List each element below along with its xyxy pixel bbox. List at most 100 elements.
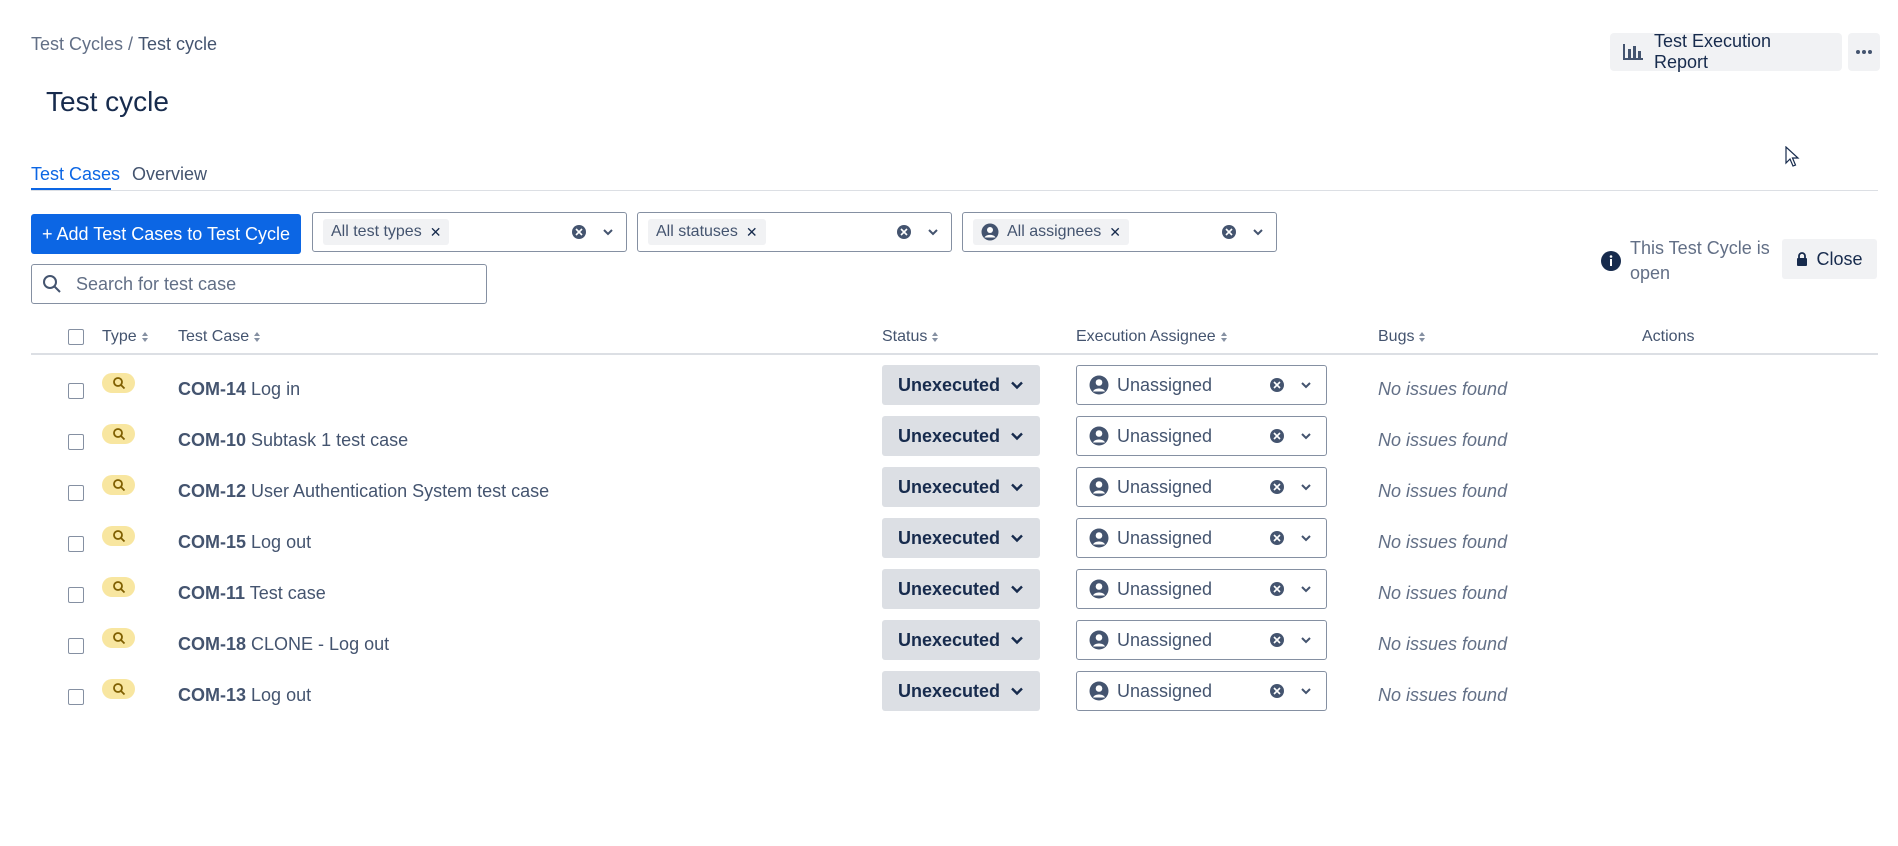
search-test-type-icon xyxy=(112,682,126,696)
user-avatar-icon xyxy=(1089,528,1109,548)
sort-icon xyxy=(1220,331,1228,343)
status-dropdown[interactable]: Unexecuted xyxy=(882,671,1040,711)
row-checkbox[interactable] xyxy=(68,638,84,654)
clear-circle-icon[interactable] xyxy=(1268,580,1286,598)
column-header-bugs[interactable]: Bugs xyxy=(1378,328,1426,346)
assignee-select[interactable]: Unassigned xyxy=(1076,467,1327,507)
test-case-key: COM-14 xyxy=(178,379,247,399)
more-actions-button[interactable] xyxy=(1848,33,1880,71)
status-dropdown[interactable]: Unexecuted xyxy=(882,569,1040,609)
status-dropdown[interactable]: Unexecuted xyxy=(882,518,1040,558)
select-all-checkbox[interactable] xyxy=(68,329,84,345)
remove-chip-icon[interactable]: ✕ xyxy=(746,224,758,241)
column-header-status[interactable]: Status xyxy=(882,328,939,346)
clear-circle-icon[interactable] xyxy=(1268,631,1286,649)
assignee-select[interactable]: Unassigned xyxy=(1076,671,1327,711)
chevron-down-icon xyxy=(1008,376,1026,394)
row-checkbox[interactable] xyxy=(68,689,84,705)
row-checkbox[interactable] xyxy=(68,383,84,399)
status-dropdown[interactable]: Unexecuted xyxy=(882,416,1040,456)
test-case-title: Log in xyxy=(251,379,301,399)
assignee-filter[interactable]: All assignees ✕ xyxy=(962,212,1277,252)
page-title: Test cycle xyxy=(46,86,169,117)
status-label: Unexecuted xyxy=(898,629,1001,650)
test-type-badge xyxy=(102,526,135,546)
table-row: COM-18 CLONE - Log out Unexecuted Unassi… xyxy=(0,620,1898,670)
user-avatar-icon xyxy=(981,223,999,241)
assignee-select[interactable]: Unassigned xyxy=(1076,620,1327,660)
test-case-link[interactable]: COM-14 Log in xyxy=(178,379,300,400)
close-cycle-button[interactable]: Close xyxy=(1782,239,1877,279)
status-dropdown[interactable]: Unexecuted xyxy=(882,467,1040,507)
table-header-divider xyxy=(31,353,1878,355)
chevron-down-icon[interactable] xyxy=(1296,681,1316,701)
row-checkbox[interactable] xyxy=(68,536,84,552)
column-header-test-case[interactable]: Test Case xyxy=(178,328,261,346)
status-dropdown[interactable]: Unexecuted xyxy=(882,365,1040,405)
lock-icon xyxy=(1796,252,1808,266)
assignee-select[interactable]: Unassigned xyxy=(1076,365,1327,405)
remove-chip-icon[interactable]: ✕ xyxy=(1109,224,1121,241)
clear-circle-icon[interactable] xyxy=(1268,682,1286,700)
test-type-badge xyxy=(102,628,135,648)
clear-circle-icon[interactable] xyxy=(895,223,913,241)
sort-icon xyxy=(253,331,261,343)
tab-test-cases[interactable]: Test Cases xyxy=(31,164,120,185)
status-label: Unexecuted xyxy=(898,527,1001,548)
chevron-down-icon[interactable] xyxy=(1296,426,1316,446)
test-case-link[interactable]: COM-11 Test case xyxy=(178,583,326,604)
test-case-link[interactable]: COM-15 Log out xyxy=(178,532,311,553)
search-input[interactable] xyxy=(74,272,458,296)
assignee-select[interactable]: Unassigned xyxy=(1076,518,1327,558)
chevron-down-icon[interactable] xyxy=(1296,375,1316,395)
test-case-key: COM-18 xyxy=(178,634,247,654)
remove-chip-icon[interactable]: ✕ xyxy=(430,224,442,241)
status-dropdown[interactable]: Unexecuted xyxy=(882,620,1040,660)
add-test-cases-button[interactable]: + Add Test Cases to Test Cycle xyxy=(31,214,301,254)
test-case-key: COM-13 xyxy=(178,685,247,705)
clear-circle-icon[interactable] xyxy=(570,223,588,241)
filter-chip-label: All assignees xyxy=(1007,223,1102,240)
test-case-title: User Authentication System test case xyxy=(251,481,550,501)
tab-overview[interactable]: Overview xyxy=(132,164,207,185)
clear-circle-icon[interactable] xyxy=(1268,376,1286,394)
chevron-down-icon[interactable] xyxy=(1296,630,1316,650)
clear-circle-icon[interactable] xyxy=(1268,427,1286,445)
chevron-down-icon[interactable] xyxy=(1296,528,1316,548)
user-avatar-icon xyxy=(1089,630,1109,650)
chevron-down-icon[interactable] xyxy=(1296,579,1316,599)
table-row: COM-12 User Authentication System test c… xyxy=(0,467,1898,517)
row-checkbox[interactable] xyxy=(68,587,84,603)
row-checkbox[interactable] xyxy=(68,485,84,501)
clear-circle-icon[interactable] xyxy=(1220,223,1238,241)
table-row: COM-15 Log out Unexecuted Unassigned No … xyxy=(0,518,1898,568)
clear-circle-icon[interactable] xyxy=(1268,529,1286,547)
test-case-link[interactable]: COM-10 Subtask 1 test case xyxy=(178,430,408,451)
breadcrumb-test-cycles-link[interactable]: Test Cycles xyxy=(31,34,123,54)
chevron-down-icon xyxy=(1008,478,1026,496)
assignee-select[interactable]: Unassigned xyxy=(1076,569,1327,609)
chevron-down-icon xyxy=(1008,427,1026,445)
table-row: COM-14 Log in Unexecuted Unassigned No i… xyxy=(0,365,1898,415)
bugs-value: No issues found xyxy=(1378,634,1508,654)
test-case-link[interactable]: COM-18 CLONE - Log out xyxy=(178,634,389,655)
status-filter[interactable]: All statuses ✕ xyxy=(637,212,952,252)
column-header-execution-assignee[interactable]: Execution Assignee xyxy=(1076,328,1228,346)
column-header-type[interactable]: Type xyxy=(102,328,149,346)
test-execution-report-button[interactable]: Test Execution Report xyxy=(1610,31,1842,72)
chevron-down-icon[interactable] xyxy=(923,222,943,242)
assignee-name: Unassigned xyxy=(1117,425,1213,446)
test-case-link[interactable]: COM-13 Log out xyxy=(178,685,311,706)
user-avatar-icon xyxy=(1089,375,1109,395)
info-icon xyxy=(1600,250,1622,272)
test-case-link[interactable]: COM-12 User Authentication System test c… xyxy=(178,481,549,502)
clear-circle-icon[interactable] xyxy=(1268,478,1286,496)
assignee-select[interactable]: Unassigned xyxy=(1076,416,1327,456)
chevron-down-icon[interactable] xyxy=(598,222,618,242)
chevron-down-icon[interactable] xyxy=(1248,222,1268,242)
row-checkbox[interactable] xyxy=(68,434,84,450)
test-type-filter[interactable]: All test types ✕ xyxy=(312,212,627,252)
status-label: Unexecuted xyxy=(898,578,1001,599)
chevron-down-icon[interactable] xyxy=(1296,477,1316,497)
column-header-label: Type xyxy=(102,328,137,345)
